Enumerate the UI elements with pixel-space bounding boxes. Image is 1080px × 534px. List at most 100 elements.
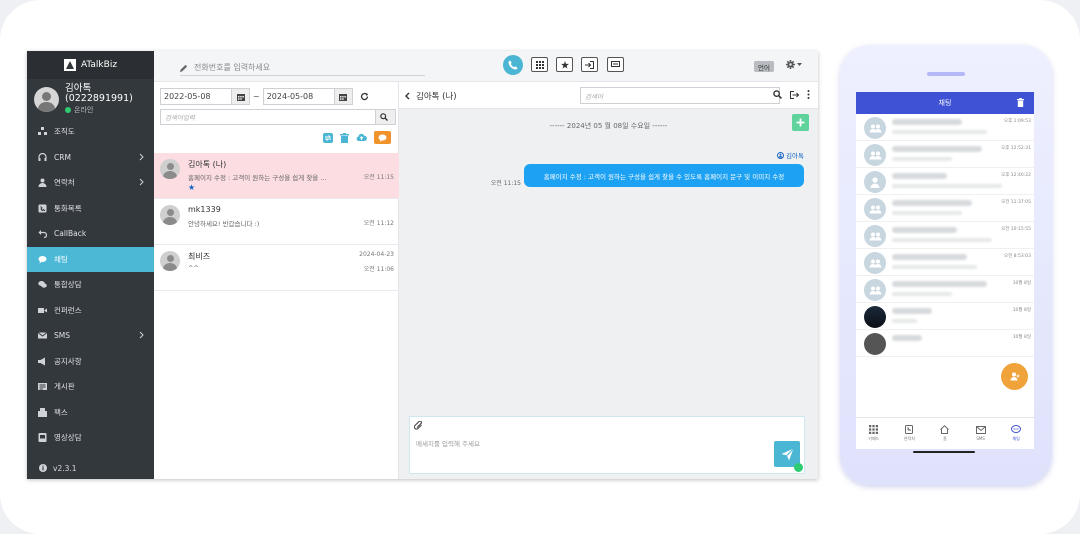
- mobile-chat-item[interactable]: 오전 8:53:03: [856, 249, 1034, 276]
- sidebar-item-sms[interactable]: SMS: [27, 323, 154, 349]
- home-icon: [940, 425, 950, 434]
- mobile-title: 채팅: [938, 99, 952, 107]
- power-icon[interactable]: [794, 463, 803, 472]
- online-dot-icon: [65, 106, 71, 113]
- chat-list-item[interactable]: 최비즈 ^^ 2024-04-23 오전 11:06: [154, 245, 399, 291]
- calendar-icon[interactable]: [231, 89, 249, 104]
- blurred-name: [892, 308, 932, 314]
- star-icon: [560, 60, 569, 69]
- mobile-chat-item[interactable]: 10월 8일: [856, 303, 1034, 330]
- sidebar-item-callback[interactable]: CallBack: [27, 221, 154, 247]
- mobile-chat-item[interactable]: 10월 8일: [856, 330, 1034, 357]
- mobile-chat-item[interactable]: 오후 1:09:53: [856, 114, 1034, 141]
- star-icon: ★: [188, 183, 196, 192]
- conversation-header: 김아톡 (나) 검색어: [399, 82, 818, 109]
- search-icon[interactable]: [773, 90, 782, 99]
- mobile-chat-item[interactable]: 오전 10:15:55: [856, 222, 1034, 249]
- sidebar-item-fax[interactable]: 팩스: [27, 400, 154, 426]
- sidebar-item-chat[interactable]: 채팅: [27, 246, 154, 272]
- sidebar-item-contacts[interactable]: 연락처: [27, 170, 154, 196]
- chat-bubble-icon: [378, 134, 387, 142]
- sidebar-item-label: 연락처: [54, 178, 75, 188]
- sidebar-item-label: 게시판: [54, 382, 75, 392]
- chat-list-item[interactable]: mk1339 안녕하세요! 반갑습니다 :) 오전 11:12: [154, 199, 399, 245]
- mobile-chat-time: 10월 8일: [1012, 308, 1031, 313]
- chat-list: 김아톡 (나) 홈페이지 수정 : 고객이 원하는 구성을 쉽게 찾을 ... …: [154, 153, 399, 291]
- favorite-button[interactable]: [556, 57, 573, 72]
- desktop-app-window: ATalkBiz 김아톡 (0222891991) 온라인 조직도 CRM 연락…: [27, 51, 818, 479]
- sidebar-item-call-log[interactable]: 통화목록: [27, 196, 154, 222]
- call-log-icon: [38, 204, 47, 213]
- avatar: [160, 251, 180, 271]
- phone-speaker: [927, 72, 965, 76]
- profile[interactable]: 김아톡 (0222891991) 온라인: [27, 79, 154, 119]
- sidebar-item-crm[interactable]: CRM: [27, 145, 154, 171]
- exit-icon[interactable]: [790, 90, 799, 99]
- trash-icon[interactable]: [1017, 98, 1024, 107]
- mobile-chat-item[interactable]: 오후 12:40:22: [856, 168, 1034, 195]
- more-vertical-icon[interactable]: [807, 90, 810, 99]
- search-icon: [376, 113, 395, 121]
- sidebar-item-org[interactable]: 조직도: [27, 119, 154, 145]
- chat-search-input[interactable]: 검색어입력: [160, 109, 396, 125]
- chat-preview: ^^: [188, 264, 199, 272]
- keypad-button[interactable]: [531, 57, 548, 72]
- nav-keypad[interactable]: 키패드: [856, 418, 892, 449]
- nav-sms[interactable]: SMS: [963, 418, 999, 449]
- add-button[interactable]: [792, 114, 809, 131]
- language-button[interactable]: 언어: [754, 61, 774, 72]
- version: v2.3.1: [27, 457, 154, 479]
- blurred-preview: [892, 184, 1002, 188]
- sender-name: 김아톡: [786, 152, 804, 160]
- sidebar-item-conference[interactable]: 컨퍼런스: [27, 298, 154, 324]
- calendar-icon[interactable]: [333, 89, 352, 104]
- phone-number-input[interactable]: 전화번호를 입력하세요: [180, 60, 425, 76]
- nav-chat[interactable]: 채팅: [998, 418, 1034, 449]
- search-button[interactable]: [375, 110, 395, 124]
- nav-home[interactable]: 홈: [927, 418, 963, 449]
- chat-list-item[interactable]: 김아톡 (나) 홈페이지 수정 : 고객이 원하는 구성을 쉽게 찾을 ... …: [154, 153, 399, 199]
- phonebook-icon: [905, 425, 914, 434]
- blurred-name: [892, 119, 962, 125]
- sync-icon[interactable]: [323, 132, 333, 143]
- login-button[interactable]: [581, 57, 598, 72]
- sidebar-item-consult[interactable]: 통합상담: [27, 272, 154, 298]
- blurred-name: [892, 227, 957, 233]
- sidebar-item-notice[interactable]: 공지사항: [27, 349, 154, 375]
- chat-date: 2024-04-23: [359, 251, 394, 258]
- nav-contacts[interactable]: 연락처: [892, 418, 928, 449]
- date-separator: ~: [253, 92, 260, 101]
- group-avatar-icon: [864, 252, 886, 274]
- mobile-bottom-nav: 키패드 연락처 홈 SMS 채팅: [856, 417, 1034, 449]
- add-contact-button[interactable]: [1001, 363, 1028, 390]
- mobile-chat-item[interactable]: 10월 8일: [856, 276, 1034, 303]
- date-from-field[interactable]: 2022-05-08: [160, 88, 250, 105]
- trash-icon[interactable]: [340, 132, 349, 143]
- composer-placeholder: 메세지를 입력해 주세요: [416, 440, 480, 448]
- cloud-upload-icon[interactable]: [356, 133, 367, 142]
- new-chat-button[interactable]: [374, 131, 391, 144]
- chat-preview: 홈페이지 수정 : 고객이 원하는 구성을 쉽게 찾을 ...: [188, 174, 327, 182]
- message-composer[interactable]: 메세지를 입력해 주세요: [409, 416, 805, 474]
- group-avatar-icon: [864, 225, 886, 247]
- megaphone-icon: [38, 357, 47, 366]
- mobile-chat-item[interactable]: 오전 11:37:05: [856, 195, 1034, 222]
- add-user-icon: [1010, 372, 1020, 381]
- mobile-chat-item[interactable]: 오후 12:52:31: [856, 141, 1034, 168]
- blurred-name: [892, 200, 972, 206]
- date-to-field[interactable]: 2024-05-08: [262, 88, 353, 105]
- sidebar-item-label: 팩스: [54, 407, 68, 417]
- sidebar-item-video-consult[interactable]: 영상상담: [27, 425, 154, 451]
- conversation-search-input[interactable]: 검색어: [580, 87, 780, 104]
- settings-button[interactable]: [786, 60, 802, 69]
- mobile-chat-time: 오후 12:52:31: [1001, 146, 1031, 151]
- chevron-left-icon[interactable]: [405, 92, 410, 100]
- screen-button[interactable]: [607, 57, 624, 72]
- blurred-name: [892, 146, 982, 152]
- paperclip-icon[interactable]: [414, 421, 423, 430]
- sidebar-item-label: 채팅: [54, 254, 68, 264]
- sidebar-item-board[interactable]: 게시판: [27, 374, 154, 400]
- nav-label: 연락처: [903, 436, 915, 441]
- call-button[interactable]: [503, 55, 523, 75]
- refresh-icon[interactable]: [360, 92, 369, 101]
